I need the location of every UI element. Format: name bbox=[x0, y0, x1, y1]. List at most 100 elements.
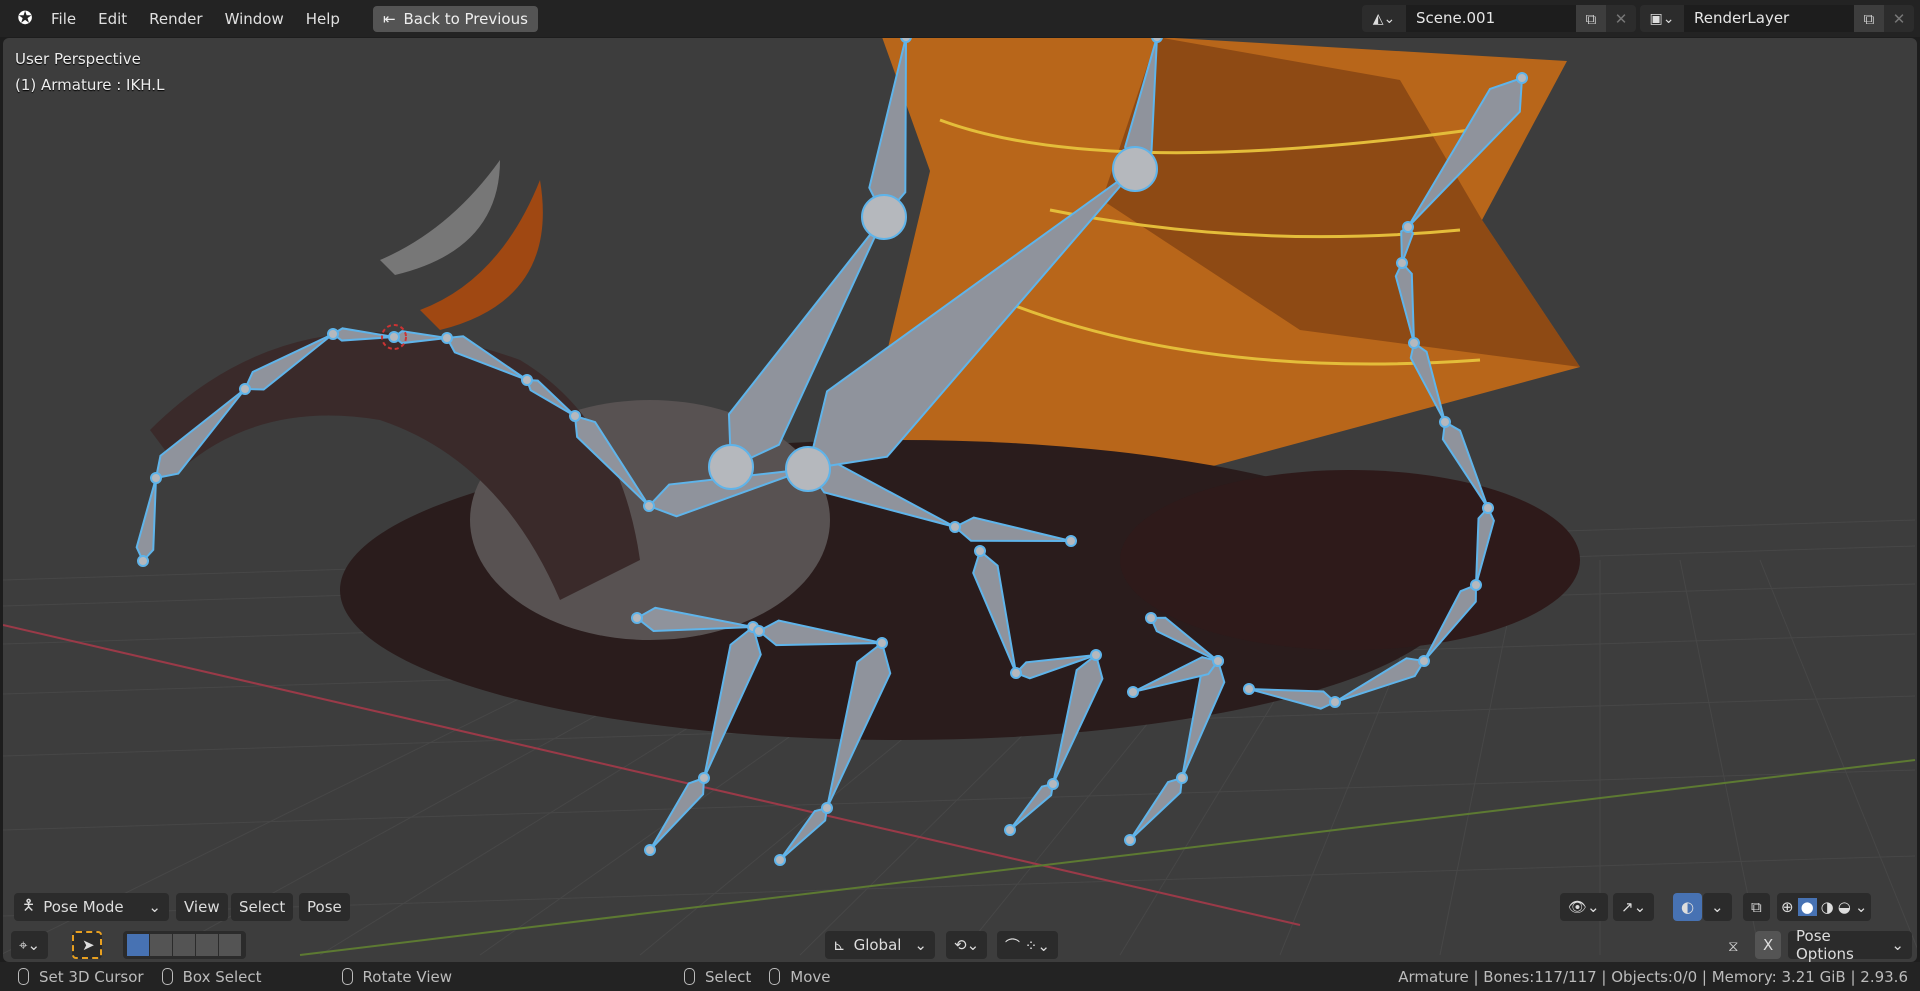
delete-view-layer-icon[interactable]: ✕ bbox=[1884, 10, 1914, 28]
bone-joint[interactable] bbox=[1152, 38, 1162, 42]
select-new-icon[interactable] bbox=[127, 934, 149, 956]
bone-joint[interactable] bbox=[709, 445, 753, 489]
delete-scene-icon[interactable]: ✕ bbox=[1606, 10, 1636, 28]
armature-bone[interactable] bbox=[650, 778, 704, 850]
new-view-layer-icon[interactable]: ⧉ bbox=[1854, 5, 1884, 32]
back-to-previous-button[interactable]: ⇤ Back to Previous bbox=[373, 6, 538, 32]
material-shading-icon[interactable]: ◑ bbox=[1821, 898, 1834, 916]
bone-joint[interactable] bbox=[1471, 580, 1481, 590]
bone-joint[interactable] bbox=[1419, 656, 1429, 666]
blender-logo-icon[interactable]: ✪ bbox=[14, 8, 36, 30]
bone-joint[interactable] bbox=[1483, 503, 1493, 513]
armature-bone[interactable] bbox=[1010, 784, 1053, 830]
bone-joint[interactable] bbox=[1440, 417, 1450, 427]
overlays-dropdown-icon[interactable]: ⌄ bbox=[1703, 893, 1732, 921]
mirror-icon: ⧖ bbox=[1728, 937, 1739, 955]
bone-joint[interactable] bbox=[699, 773, 709, 783]
hint-move: Move bbox=[790, 968, 830, 986]
armature-bone[interactable] bbox=[869, 38, 906, 217]
xray-toggle-icon[interactable]: ⧉ bbox=[1743, 893, 1770, 921]
bone-joint[interactable] bbox=[644, 501, 654, 511]
3d-viewport[interactable]: User Perspective (1) Armature : IKH.L 🯅 … bbox=[3, 38, 1917, 962]
menu-render[interactable]: Render bbox=[138, 10, 213, 28]
bone-joint[interactable] bbox=[1397, 258, 1407, 268]
bone-joint[interactable] bbox=[1244, 684, 1254, 694]
bone-joint[interactable] bbox=[632, 613, 642, 623]
bone-joint[interactable] bbox=[328, 329, 338, 339]
select-invert-icon[interactable] bbox=[196, 934, 218, 956]
snap-toggle-icon[interactable]: ⌒ ⁘⌄ bbox=[997, 931, 1058, 959]
bone-joint[interactable] bbox=[389, 332, 399, 342]
render-layer-icon[interactable]: ▣⌄ bbox=[1640, 5, 1684, 32]
selectability-visibility-icon[interactable]: 👁⌄ bbox=[1560, 893, 1608, 921]
bone-joint[interactable] bbox=[522, 375, 532, 385]
transform-orientation-dropdown[interactable]: ⊾ Global ⌄ bbox=[825, 931, 935, 959]
bone-joint[interactable] bbox=[975, 546, 985, 556]
select-extend-icon[interactable] bbox=[150, 934, 172, 956]
scene-icon[interactable]: ◭⌄ bbox=[1362, 5, 1406, 32]
bone-joint[interactable] bbox=[138, 556, 148, 566]
bone-joint[interactable] bbox=[877, 638, 887, 648]
menu-file[interactable]: File bbox=[40, 10, 87, 28]
select-subtract-icon[interactable] bbox=[173, 934, 195, 956]
view-layer-name-input[interactable]: RenderLayer bbox=[1684, 5, 1854, 32]
bone-joint[interactable] bbox=[1146, 613, 1156, 623]
bone-joint[interactable] bbox=[442, 333, 452, 343]
bone-joint[interactable] bbox=[151, 473, 161, 483]
pose-options-dropdown[interactable]: Pose Options ⌄ bbox=[1788, 931, 1912, 959]
mode-dropdown[interactable]: 🯅 Pose Mode ⌄ bbox=[14, 893, 169, 921]
bone-joint[interactable] bbox=[1330, 697, 1340, 707]
bone-joint[interactable] bbox=[786, 447, 830, 491]
menu-select[interactable]: Select bbox=[231, 893, 293, 921]
gizmo-toggle-icon[interactable]: ↗⌄ bbox=[1613, 893, 1654, 921]
bone-joint[interactable] bbox=[1048, 779, 1058, 789]
bone-joint[interactable] bbox=[822, 803, 832, 813]
back-to-previous-label: Back to Previous bbox=[404, 10, 528, 28]
bone-joint[interactable] bbox=[1011, 668, 1021, 678]
scene-name-input[interactable]: Scene.001 bbox=[1406, 5, 1576, 32]
bone-joint[interactable] bbox=[1213, 656, 1223, 666]
bone-joint[interactable] bbox=[775, 855, 785, 865]
select-tool-icon[interactable]: ➤ bbox=[72, 931, 102, 959]
shading-dropdown-icon[interactable]: ⌄ bbox=[1855, 898, 1868, 916]
bone-joint[interactable] bbox=[862, 195, 906, 239]
bone-joint[interactable] bbox=[1113, 147, 1157, 191]
bone-joint[interactable] bbox=[1128, 687, 1138, 697]
bone-joint[interactable] bbox=[570, 411, 580, 421]
menu-help[interactable]: Help bbox=[295, 10, 351, 28]
overlays-toggle-icon[interactable]: ◐ bbox=[1673, 893, 1702, 921]
bone-joint[interactable] bbox=[950, 522, 960, 532]
bone-joint[interactable] bbox=[240, 384, 250, 394]
viewport-scene bbox=[3, 38, 1917, 962]
top-bar: ✪ File Edit Render Window Help ⇤ Back to… bbox=[0, 0, 1920, 37]
bone-joint[interactable] bbox=[1517, 73, 1527, 83]
solid-shading-icon[interactable]: ● bbox=[1798, 898, 1817, 916]
wireframe-shading-icon[interactable]: ⊕ bbox=[1781, 898, 1794, 916]
pivot-point-icon[interactable]: ⟲⌄ bbox=[946, 931, 987, 959]
bone-joint[interactable] bbox=[1005, 825, 1015, 835]
rendered-shading-icon[interactable]: ◒ bbox=[1838, 898, 1851, 916]
armature-bone[interactable] bbox=[1130, 778, 1182, 840]
mirror-x-toggle[interactable]: X bbox=[1755, 931, 1781, 959]
bone-joint[interactable] bbox=[754, 626, 764, 636]
bone-joint[interactable] bbox=[645, 845, 655, 855]
armature-bone[interactable] bbox=[137, 478, 156, 561]
new-scene-icon[interactable]: ⧉ bbox=[1576, 5, 1606, 32]
menu-window[interactable]: Window bbox=[214, 10, 295, 28]
selection-mode-buttons bbox=[123, 931, 246, 959]
bone-joint[interactable] bbox=[1403, 222, 1413, 232]
menu-edit[interactable]: Edit bbox=[87, 10, 138, 28]
bone-joint[interactable] bbox=[1125, 835, 1135, 845]
mouse-left-icon bbox=[18, 968, 29, 985]
select-intersect-icon[interactable] bbox=[219, 934, 241, 956]
bone-joint[interactable] bbox=[1409, 338, 1419, 348]
bone-joint[interactable] bbox=[901, 38, 911, 42]
bone-joint[interactable] bbox=[1177, 773, 1187, 783]
menu-pose[interactable]: Pose bbox=[299, 893, 350, 921]
menu-view[interactable]: View bbox=[176, 893, 228, 921]
bone-joint[interactable] bbox=[1066, 536, 1076, 546]
bone-joint[interactable] bbox=[1091, 650, 1101, 660]
mouse-drag-icon bbox=[162, 968, 173, 985]
orientation-axes-icon: ⊾ bbox=[833, 936, 846, 954]
transform-pivot-icon[interactable]: ⌖⌄ bbox=[11, 931, 48, 959]
